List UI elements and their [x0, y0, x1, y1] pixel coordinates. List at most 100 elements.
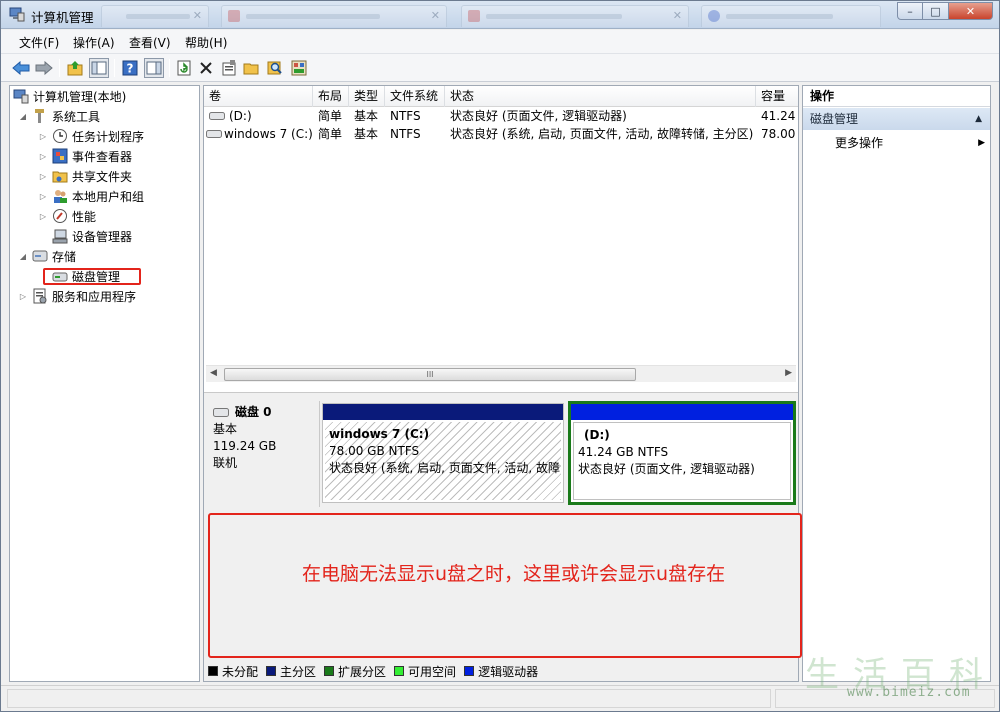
- legend-item-primary: 主分区: [266, 663, 316, 680]
- annotation-box: 在电脑无法显示u盘之时，这里或许会显示u盘存在: [208, 513, 802, 658]
- column-header-capacity[interactable]: 容量: [756, 86, 798, 107]
- table-row[interactable]: windows 7 (C:) 简单 基本 NTFS 状态良好 (系统, 启动, …: [204, 125, 798, 143]
- actions-pane: 操作 磁盘管理 ▲ 更多操作 ▶: [802, 85, 991, 682]
- column-header-volume[interactable]: 卷: [204, 86, 313, 107]
- tree-node-local-users[interactable]: ▷ 本地用户和组: [38, 187, 144, 205]
- background-tab: ✕: [221, 5, 447, 27]
- status-bar: [1, 685, 999, 711]
- refresh-icon[interactable]: [174, 58, 194, 78]
- menu-help[interactable]: 帮助(H): [185, 34, 227, 51]
- legend-swatch: [208, 666, 218, 676]
- computer-management-window: 计算机管理 ✕ ✕ ✕ – □ ✕ 文件(F) 操作(A) 查看(V) 帮助(H…: [0, 0, 1000, 712]
- volume-layout: 简单: [318, 109, 343, 123]
- disk-icon: [213, 408, 229, 417]
- menu-action[interactable]: 操作(A): [73, 34, 115, 51]
- tree-node-services-apps[interactable]: ▷ 服务和应用程序: [18, 287, 136, 305]
- partition-d[interactable]: (D:) 41.24 GB NTFS 状态良好 (页面文件, 逻辑驱动器): [568, 401, 796, 505]
- event-viewer-icon: [52, 148, 68, 164]
- disk-state: 联机: [213, 456, 238, 470]
- collapsed-arrow-icon[interactable]: ▷: [38, 212, 48, 221]
- maximize-button[interactable]: □: [923, 2, 949, 20]
- column-header-type[interactable]: 类型: [349, 86, 385, 107]
- open-icon[interactable]: [242, 58, 262, 78]
- more-actions-item[interactable]: 更多操作 ▶: [835, 134, 985, 152]
- legend-swatch: [324, 666, 335, 676]
- volume-status: 状态良好 (页面文件, 逻辑驱动器): [450, 109, 627, 123]
- tree-node-performance[interactable]: ▷ 性能: [38, 207, 96, 225]
- tree-node-shared-folders[interactable]: ▷ 共享文件夹: [38, 167, 132, 185]
- expanded-arrow-icon[interactable]: ◢: [18, 112, 28, 121]
- legend-item-free-space: 可用空间: [394, 663, 456, 680]
- volume-layout: 简单: [318, 127, 343, 141]
- scrollbar-thumb[interactable]: III: [224, 368, 636, 381]
- partition-status: 状态良好 (页面文件, 逻辑驱动器): [578, 462, 755, 476]
- column-header-status[interactable]: 状态: [445, 86, 756, 107]
- help-icon[interactable]: ?: [120, 58, 140, 78]
- computer-management-icon: [13, 88, 29, 104]
- forward-icon[interactable]: [34, 58, 54, 78]
- tree-label-root: 计算机管理(本地): [33, 89, 127, 104]
- collapsed-arrow-icon[interactable]: ▷: [38, 152, 48, 161]
- collapsed-arrow-icon[interactable]: ▷: [18, 292, 28, 301]
- more-actions-label: 更多操作: [835, 136, 884, 150]
- show-hide-action-pane-icon[interactable]: [144, 58, 164, 78]
- tree-node-storage[interactable]: ◢ 存储: [18, 247, 76, 265]
- partition-name: (D:): [584, 428, 610, 442]
- minimize-button[interactable]: –: [897, 2, 923, 20]
- actions-section-disk-management[interactable]: 磁盘管理 ▲: [803, 108, 990, 130]
- drive-icon: [206, 130, 222, 138]
- partition-c[interactable]: windows 7 (C:) 78.00 GB NTFS 状态良好 (系统, 启…: [322, 403, 564, 503]
- table-row[interactable]: (D:) 简单 基本 NTFS 状态良好 (页面文件, 逻辑驱动器) 41.24…: [204, 107, 798, 125]
- properties-icon[interactable]: [219, 58, 239, 78]
- column-header-filesystem[interactable]: 文件系统: [385, 86, 445, 107]
- scroll-left-arrow-icon[interactable]: ◀: [210, 368, 217, 378]
- tree-node-device-manager[interactable]: 设备管理器: [52, 227, 132, 245]
- menu-view[interactable]: 查看(V): [129, 34, 171, 51]
- collapse-up-icon[interactable]: ▲: [975, 108, 982, 130]
- device-manager-icon: [52, 228, 68, 244]
- legend: 未分配 主分区 扩展分区 可用空间 逻辑驱动器: [208, 663, 546, 679]
- column-header-layout[interactable]: 布局: [313, 86, 349, 107]
- close-button[interactable]: ✕: [949, 2, 993, 20]
- search-icon[interactable]: [265, 58, 285, 78]
- highlight-box: [43, 268, 141, 285]
- menu-file[interactable]: 文件(F): [19, 34, 59, 51]
- title-bar[interactable]: 计算机管理 ✕ ✕ ✕ – □ ✕: [1, 1, 999, 29]
- submenu-arrow-icon: ▶: [978, 138, 985, 148]
- legend-swatch: [394, 666, 405, 676]
- expanded-arrow-icon[interactable]: ◢: [18, 252, 28, 261]
- legend-item-extended: 扩展分区: [324, 663, 386, 680]
- collapsed-arrow-icon[interactable]: ▷: [38, 132, 48, 141]
- up-icon[interactable]: [65, 58, 85, 78]
- clock-icon: [52, 128, 68, 144]
- back-icon[interactable]: [11, 58, 31, 78]
- legend-swatch: [464, 666, 475, 676]
- disk-0-info[interactable]: 磁盘 0 基本 119.24 GB 联机: [206, 401, 320, 507]
- delete-icon[interactable]: [196, 58, 216, 78]
- tree-node-event-viewer[interactable]: ▷ 事件查看器: [38, 147, 132, 165]
- volume-type: 基本: [354, 109, 379, 123]
- status-segment: [775, 689, 995, 708]
- storage-icon: [32, 248, 48, 264]
- tree-node-system-tools[interactable]: ◢ 系统工具: [18, 107, 100, 125]
- logical-drive-bar: [571, 404, 793, 420]
- disk-management-pane: 卷 布局 类型 文件系统 状态 容量 (D:) 简单 基本 NTFS 状态良好 …: [203, 85, 802, 682]
- tree-label-task-scheduler: 任务计划程序: [72, 129, 145, 144]
- volume-name: windows 7 (C:): [224, 127, 313, 141]
- disk-settings-icon[interactable]: [289, 58, 309, 78]
- performance-icon: [52, 208, 68, 224]
- menu-bar: 文件(F) 操作(A) 查看(V) 帮助(H): [1, 30, 999, 54]
- scroll-right-arrow-icon[interactable]: ▶: [785, 368, 792, 378]
- partition-size: 41.24 GB NTFS: [578, 445, 669, 459]
- tree-label-storage: 存储: [52, 249, 77, 264]
- tree-label-event-viewer: 事件查看器: [72, 149, 133, 164]
- collapsed-arrow-icon[interactable]: ▷: [38, 192, 48, 201]
- tree-node-task-scheduler[interactable]: ▷ 任务计划程序: [38, 127, 144, 145]
- volume-name: (D:): [229, 109, 252, 123]
- tree-node-root[interactable]: 计算机管理(本地): [13, 87, 126, 105]
- collapsed-arrow-icon[interactable]: ▷: [38, 172, 48, 181]
- tree-label-system-tools: 系统工具: [52, 109, 101, 124]
- horizontal-scrollbar[interactable]: ◀ III ▶: [206, 365, 796, 382]
- show-hide-tree-icon[interactable]: [89, 58, 109, 78]
- disk-size: 119.24 GB: [213, 439, 277, 453]
